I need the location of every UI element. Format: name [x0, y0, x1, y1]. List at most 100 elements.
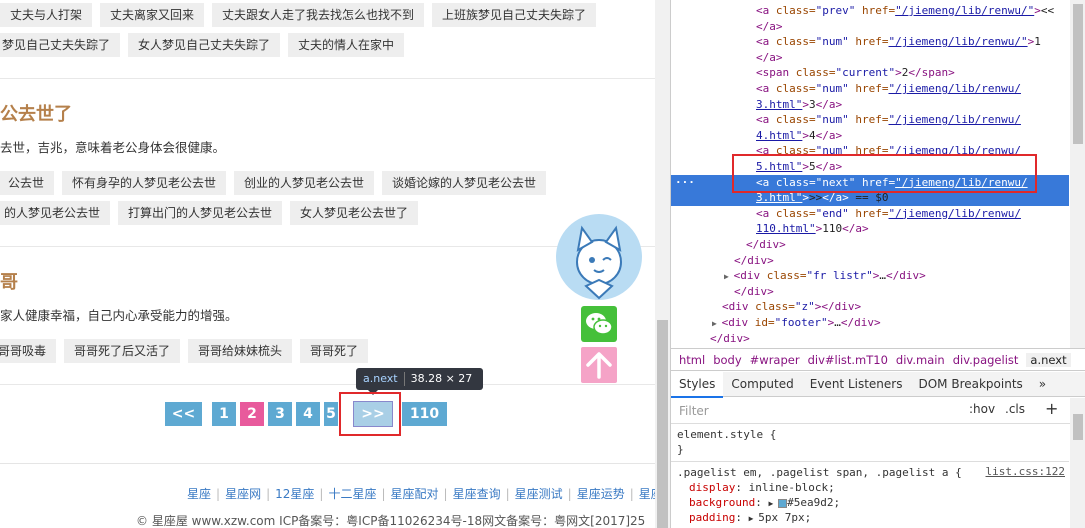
- dream-tag-link[interactable]: 丈夫与人打架: [0, 3, 93, 27]
- back-to-top-icon[interactable]: [581, 347, 617, 383]
- css-property[interactable]: display: inline-block;: [689, 480, 835, 495]
- page-link-current[interactable]: 2: [240, 402, 264, 426]
- page-link-num[interactable]: 5: [324, 402, 338, 426]
- dom-node-line[interactable]: <span class="current">2</span>: [671, 65, 1069, 81]
- tab-dom-breakpoints[interactable]: DOM Breakpoints: [910, 372, 1030, 396]
- dream-tag-link[interactable]: 丈夫离家又回来: [100, 3, 205, 27]
- dom-node-line[interactable]: 110.html">110</a>: [671, 221, 1069, 237]
- dream-tag-link[interactable]: 上班族梦见自己丈夫失踪了: [432, 3, 597, 27]
- expand-arrow-icon[interactable]: ▶: [712, 319, 722, 328]
- css-property-name[interactable]: padding: [689, 511, 735, 524]
- dream-tag-link[interactable]: 女人梦见老公去世了: [290, 201, 419, 225]
- footer-link[interactable]: 星座运势: [577, 487, 625, 501]
- dom-node-line[interactable]: 3.html">3</a>: [671, 97, 1069, 113]
- footer-link[interactable]: 12星座: [275, 487, 314, 501]
- dream-tag-link[interactable]: 怀有身孕的人梦见老公去世: [62, 171, 227, 195]
- dom-node-line[interactable]: <a class="num" href="/jiemeng/lib/renwu/…: [671, 34, 1069, 50]
- dom-node-line[interactable]: </div>: [671, 253, 1069, 269]
- dom-token[interactable]: "/jiemeng/lib/renwu/: [889, 207, 1021, 220]
- dom-node-line[interactable]: <div class="z"></div>: [671, 299, 1069, 315]
- dom-token[interactable]: 110.html": [756, 222, 816, 235]
- page-scrollbar[interactable]: [655, 0, 670, 528]
- styles-scrollbar[interactable]: [1070, 398, 1085, 528]
- breadcrumb-item[interactable]: #wraper: [750, 353, 800, 367]
- footer-link[interactable]: 星座测试: [515, 487, 563, 501]
- tab-more[interactable]: »: [1031, 372, 1054, 396]
- dream-tag-link[interactable]: 哥哥死了: [300, 339, 369, 363]
- footer-link[interactable]: 星座网: [225, 487, 261, 501]
- dream-tag-link[interactable]: 哥哥给妹妹梳头: [188, 339, 293, 363]
- footer-link[interactable]: 十二星座: [328, 487, 376, 501]
- expand-arrow-icon[interactable]: ▶: [749, 514, 759, 523]
- dom-node-line[interactable]: ▶ <div class="fr listr">…</div>: [671, 268, 1069, 284]
- dom-node-line[interactable]: ▶ <div id="footer">…</div>: [671, 315, 1069, 331]
- css-property[interactable]: background: ▶ #5ea9d2;: [689, 495, 840, 510]
- rule-selector[interactable]: .pagelist em, .pagelist span, .pagelist …: [677, 465, 962, 480]
- page-link-num[interactable]: 1: [212, 402, 236, 426]
- hover-state-toggle[interactable]: :hov: [969, 402, 995, 416]
- page-link-end[interactable]: 110: [402, 402, 447, 426]
- dream-tag-link[interactable]: 丈夫的情人在家中: [288, 33, 405, 57]
- dom-node-line[interactable]: </div>: [671, 237, 1069, 253]
- dream-tag-link[interactable]: 丈夫跟女人走了我去找怎么也找不到: [212, 3, 425, 27]
- page-link-prev[interactable]: <<: [165, 402, 202, 426]
- dream-tag-link[interactable]: 梦见自己丈夫失踪了: [0, 33, 121, 57]
- dom-node-line[interactable]: </div>: [671, 331, 1069, 347]
- dream-tag-link[interactable]: 公去世: [0, 171, 55, 195]
- footer-link[interactable]: 星座配对: [391, 487, 439, 501]
- breadcrumb-item[interactable]: div.main: [896, 353, 945, 367]
- elements-scrollbar[interactable]: [1070, 0, 1085, 348]
- dom-token[interactable]: 3.html": [756, 191, 802, 204]
- elements-scrollbar-thumb[interactable]: [1073, 4, 1083, 144]
- mascot-avatar[interactable]: [556, 214, 642, 300]
- tab-styles[interactable]: Styles: [671, 372, 724, 398]
- dream-tag-link[interactable]: 谈婚论嫁的人梦见老公去世: [382, 171, 547, 195]
- footer-link[interactable]: 星座: [639, 487, 655, 501]
- dom-node-line[interactable]: <a class="num" href="/jiemeng/lib/renwu/: [671, 112, 1069, 128]
- breadcrumb-item[interactable]: body: [713, 353, 741, 367]
- color-swatch-icon[interactable]: [778, 498, 788, 508]
- dom-token[interactable]: 4.html": [756, 129, 802, 142]
- new-style-rule-button[interactable]: +: [1045, 399, 1058, 418]
- dream-tag-link[interactable]: 打算出门的人梦见老公去世: [118, 201, 283, 225]
- dom-token[interactable]: "/jiemeng/lib/renwu/": [889, 35, 1028, 48]
- styles-scrollbar-thumb[interactable]: [1073, 414, 1083, 440]
- styles-filter-input[interactable]: Filter: [675, 401, 955, 421]
- breadcrumb-item[interactable]: a.next: [1026, 353, 1071, 367]
- dom-token[interactable]: 3.html": [756, 98, 802, 111]
- css-property-name[interactable]: display: [689, 481, 735, 494]
- element-style-selector[interactable]: element.style {: [677, 427, 776, 442]
- footer-link[interactable]: 星座查询: [453, 487, 501, 501]
- tab-event-listeners[interactable]: Event Listeners: [802, 372, 911, 396]
- page-scrollbar-thumb[interactable]: [657, 320, 668, 528]
- css-property[interactable]: padding: ▶ 5px 7px;: [689, 510, 811, 525]
- css-property-name[interactable]: background: [689, 496, 755, 509]
- dom-token[interactable]: "/jiemeng/lib/renwu/": [895, 4, 1034, 17]
- node-menu-icon[interactable]: ···: [675, 175, 695, 191]
- dream-tag-link[interactable]: 哥哥死了后又活了: [64, 339, 181, 363]
- breadcrumb-item[interactable]: html: [679, 353, 705, 367]
- dom-node-line[interactable]: 4.html">4</a>: [671, 128, 1069, 144]
- dom-token[interactable]: "/jiemeng/lib/renwu/: [889, 82, 1021, 95]
- dom-node-line[interactable]: <a class="end" href="/jiemeng/lib/renwu/: [671, 206, 1069, 222]
- dream-tag-link[interactable]: 的人梦见老公去世: [0, 201, 111, 225]
- rule-source-link[interactable]: list.css:122: [986, 465, 1065, 478]
- tab-computed[interactable]: Computed: [723, 372, 801, 396]
- dream-tag-link[interactable]: 女人梦见自己丈夫失踪了: [128, 33, 281, 57]
- dream-tag-link[interactable]: 哥哥吸毒: [0, 339, 57, 363]
- wechat-icon[interactable]: [581, 306, 617, 342]
- footer-link[interactable]: 星座: [187, 487, 211, 501]
- page-link-num[interactable]: 3: [268, 402, 292, 426]
- breadcrumb-item[interactable]: div.pagelist: [953, 353, 1019, 367]
- dom-node-line[interactable]: </a>: [671, 50, 1069, 66]
- dream-tag-link[interactable]: 创业的人梦见老公去世: [234, 171, 375, 195]
- dom-node-line[interactable]: <a class="prev" href="/jiemeng/lib/renwu…: [671, 3, 1069, 19]
- class-toggle[interactable]: .cls: [1005, 402, 1025, 416]
- dom-token[interactable]: "/jiemeng/lib/renwu/: [889, 113, 1021, 126]
- expand-arrow-icon[interactable]: ▶: [724, 272, 734, 281]
- dom-node-line[interactable]: </div>: [671, 284, 1069, 300]
- breadcrumb-item[interactable]: div#list.mT10: [808, 353, 888, 367]
- dom-node-line[interactable]: </a>: [671, 19, 1069, 35]
- css-property-value[interactable]: 5px 7px;: [758, 511, 811, 524]
- dom-node-line[interactable]: <a class="num" href="/jiemeng/lib/renwu/: [671, 81, 1069, 97]
